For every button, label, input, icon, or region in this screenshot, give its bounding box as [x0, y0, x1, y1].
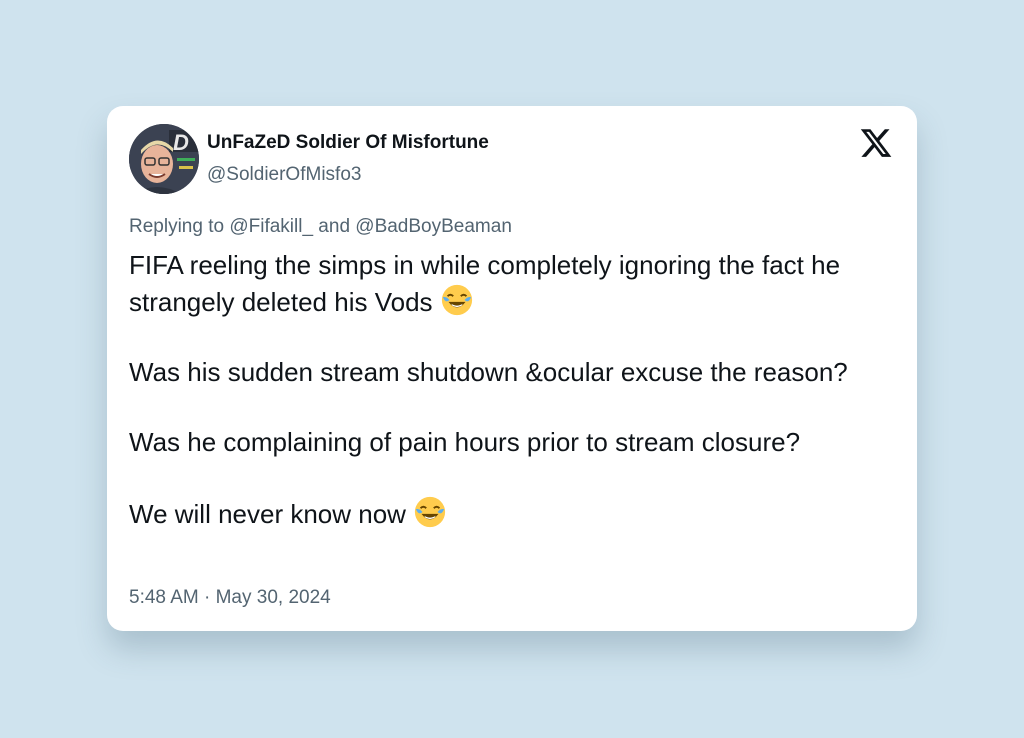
tweet-paragraph: Was he complaining of pain hours prior t…: [129, 427, 801, 457]
author-display-name[interactable]: UnFaZeD Soldier Of Misfortune: [207, 132, 489, 154]
tweet-paragraph-text: We will never know now: [129, 499, 406, 529]
tweet-paragraph-text: FIFA reeling the simps in while complete…: [129, 250, 841, 317]
tweet-paragraph: Was his sudden stream shutdown &ocular e…: [129, 357, 848, 387]
x-logo-icon[interactable]: [859, 126, 893, 160]
svg-text:D: D: [173, 130, 189, 155]
tweet-timestamp[interactable]: 5:48 AM · May 30, 2024: [129, 587, 331, 609]
tweet-paragraph: FIFA reeling the simps in while complete…: [129, 248, 899, 320]
reply-context: Replying to @Fifakill_ and @BadBoyBeaman: [129, 216, 512, 237]
tweet-body: FIFA reeling the simps in while complete…: [129, 248, 899, 532]
face-with-tears-of-joy-icon: [440, 283, 474, 317]
face-with-tears-of-joy-icon: [413, 495, 447, 529]
author-avatar[interactable]: D: [129, 124, 199, 194]
tweet-paragraph: We will never know now: [129, 495, 899, 532]
author-handle[interactable]: @SoldierOfMisfo3: [207, 164, 361, 186]
tweet-card: D UnFaZeD Soldier Of Misfortune @Soldier…: [107, 106, 917, 631]
